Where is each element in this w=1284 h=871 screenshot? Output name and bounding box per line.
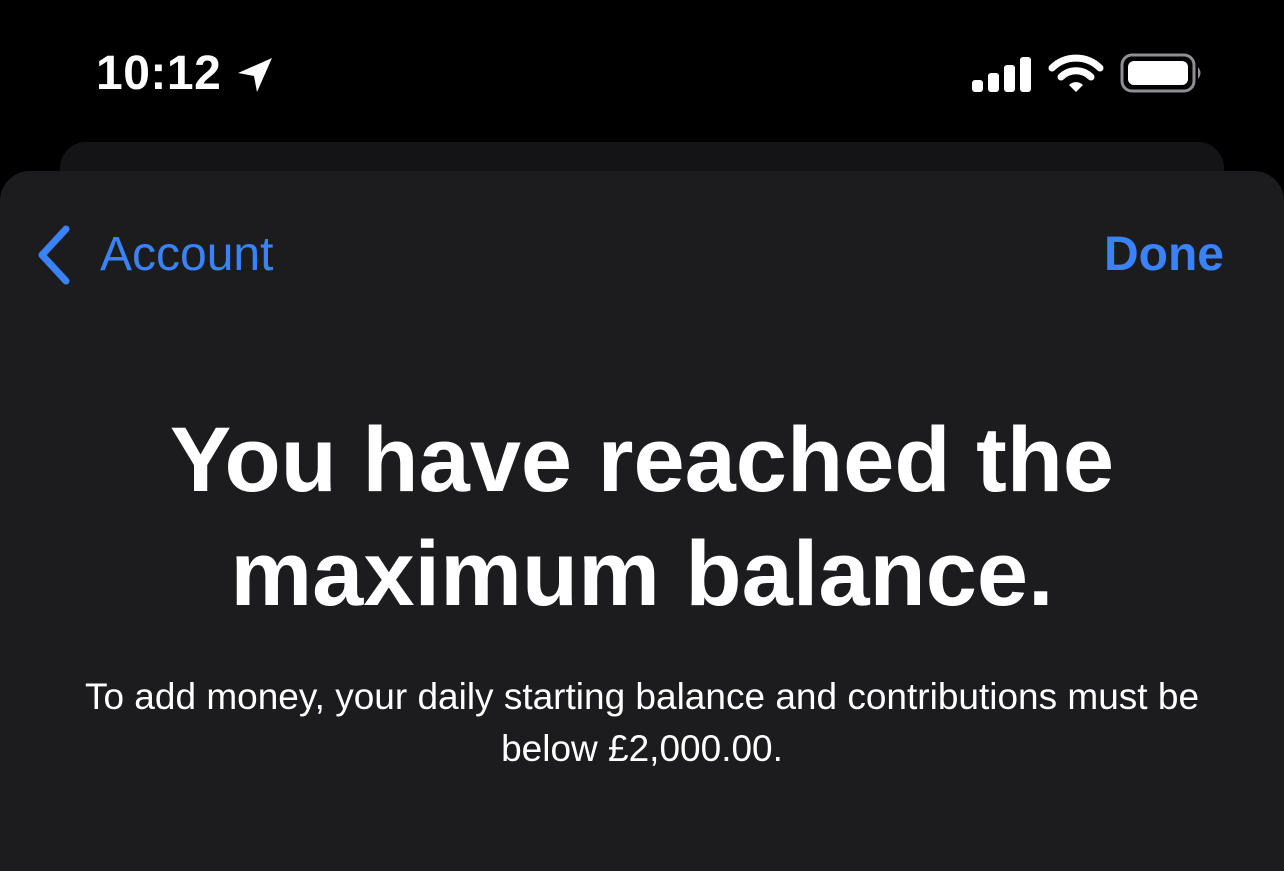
back-button[interactable]: Account: [34, 223, 273, 287]
balance-limit-message: To add money, your daily starting balanc…: [84, 676, 1200, 769]
location-arrow-icon: [238, 58, 272, 92]
status-time: 10:12: [96, 47, 222, 100]
wifi-icon: [1048, 54, 1104, 92]
cellular-signal-icon: [972, 57, 1031, 92]
modal-sheet: Account Done You have reached the maximu…: [0, 171, 1284, 871]
status-bar: 10:12: [0, 0, 1284, 140]
chevron-left-icon: [38, 225, 70, 285]
back-button-label: Account: [100, 228, 274, 281]
battery-icon: [1120, 53, 1201, 93]
page-title: You have reached the maximum balance.: [169, 409, 1115, 625]
done-button[interactable]: Done: [1104, 223, 1224, 287]
